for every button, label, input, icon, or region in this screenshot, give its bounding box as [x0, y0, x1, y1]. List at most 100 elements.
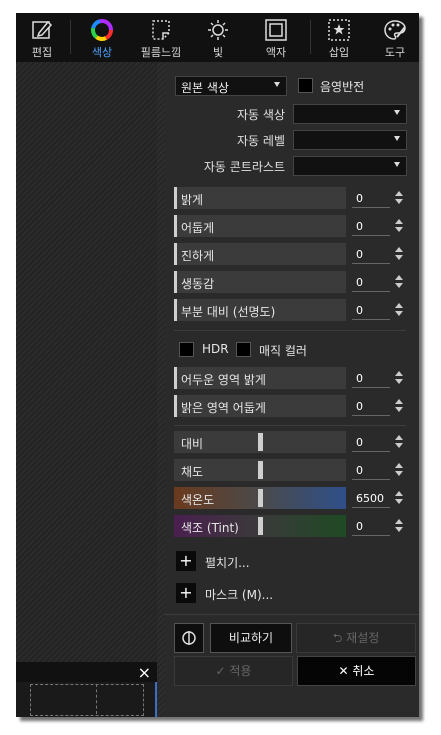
auto-level-select[interactable]: [293, 130, 407, 150]
tint-slider[interactable]: 색조 (Tint): [174, 515, 346, 537]
shadows-spinner[interactable]: [394, 370, 404, 386]
temperature-label: 색온도: [181, 493, 215, 507]
toolbar-separator: [70, 20, 71, 54]
check-icon: ✓: [215, 664, 230, 678]
saturation-slider-handle[interactable]: [258, 461, 263, 479]
local-contrast-spinner[interactable]: [394, 302, 404, 318]
temperature-spinner[interactable]: [394, 490, 404, 506]
highlights-label: 밝은 영역 어둡게: [181, 401, 266, 415]
auto-contrast-label: 자동 콘트라스트: [203, 160, 285, 174]
contrast-slider-handle[interactable]: [258, 433, 263, 451]
saturation-slider[interactable]: 채도: [174, 459, 346, 481]
color-wheel-icon: [91, 19, 113, 41]
saturation-spinner[interactable]: [394, 462, 404, 478]
highlights-value[interactable]: 0: [352, 397, 390, 416]
temperature-value[interactable]: 6500: [352, 489, 390, 508]
contrast-spinner[interactable]: [394, 434, 404, 450]
close-icon[interactable]: ×: [138, 663, 151, 682]
section-divider: [174, 425, 406, 426]
tint-value[interactable]: 0: [352, 517, 390, 536]
shadows-value-text: 0: [356, 372, 363, 385]
deepen-label: 진하게: [181, 249, 215, 263]
local-contrast-value[interactable]: 0: [352, 301, 390, 320]
contrast-label: 대비: [181, 437, 204, 451]
top-toolbar: 편집 색상 필름느낌 빛 액자 삽입 도구: [16, 13, 419, 62]
local-contrast-value-text: 0: [356, 304, 363, 317]
color-panel: 원본 색상 음영반전 자동 색상 자동 레벨 자동 콘트라스트 밝게 0 어둡게…: [157, 62, 419, 717]
local-contrast-label: 부분 대비 (선명도): [181, 305, 276, 319]
vibrance-value[interactable]: 0: [352, 273, 390, 292]
tool-film[interactable]: 필름느낌: [134, 13, 188, 62]
shadows-value[interactable]: 0: [352, 369, 390, 388]
brighten-value[interactable]: 0: [352, 189, 390, 208]
magic-color-checkbox[interactable]: [236, 342, 251, 357]
slider-marker: [174, 395, 177, 417]
deepen-value[interactable]: 0: [352, 245, 390, 264]
section-divider: [165, 614, 419, 615]
hdr-checkbox[interactable]: [179, 342, 194, 357]
highlights-spinner[interactable]: [394, 398, 404, 414]
vibrance-slider[interactable]: 생동감: [174, 271, 346, 293]
tool-film-label: 필름느낌: [140, 46, 182, 59]
local-contrast-slider[interactable]: 부분 대비 (선명도): [174, 299, 346, 321]
apply-label: 적용: [229, 664, 252, 678]
insert-icon: [328, 19, 350, 41]
compare-button[interactable]: 비교하기: [210, 623, 292, 653]
tool-insert[interactable]: 삽입: [317, 13, 361, 62]
darken-label: 어둡게: [181, 221, 215, 235]
darken-slider[interactable]: 어둡게: [174, 215, 346, 237]
compare-icon: [182, 631, 196, 645]
brighten-label: 밝게: [181, 193, 204, 207]
auto-color-label: 자동 색상: [237, 108, 285, 122]
vibrance-spinner[interactable]: [394, 274, 404, 290]
image-canvas[interactable]: [16, 62, 157, 662]
darken-spinner[interactable]: [394, 218, 404, 234]
slider-marker: [174, 215, 177, 237]
chevron-down-icon: [274, 82, 280, 87]
brighten-slider[interactable]: 밝게: [174, 187, 346, 209]
mask-button[interactable]: +: [176, 583, 196, 603]
tool-edit[interactable]: 편집: [20, 13, 64, 62]
tint-spinner[interactable]: [394, 518, 404, 534]
undo-icon: ⮌: [332, 631, 347, 645]
tint-slider-handle[interactable]: [258, 517, 263, 535]
temperature-value-text: 6500: [356, 492, 384, 505]
cancel-button[interactable]: ✕ 취소: [297, 656, 416, 686]
mask-label[interactable]: 마스크 (M)...: [205, 586, 273, 603]
apply-button[interactable]: ✓ 적용: [174, 656, 293, 686]
thumbnail[interactable]: [30, 684, 144, 716]
expand-label[interactable]: 펼치기...: [205, 554, 250, 571]
saturation-value[interactable]: 0: [352, 461, 390, 480]
filmstrip[interactable]: [16, 682, 157, 717]
expand-button[interactable]: +: [176, 551, 196, 571]
close-icon: ✕: [338, 664, 353, 678]
tool-color[interactable]: 색상: [80, 13, 124, 62]
vibrance-value-text: 0: [356, 276, 363, 289]
temperature-slider[interactable]: 색온도: [174, 487, 346, 509]
highlights-slider[interactable]: 밝은 영역 어둡게: [174, 395, 346, 417]
brighten-spinner[interactable]: [394, 190, 404, 206]
deepen-spinner[interactable]: [394, 246, 404, 262]
tool-tools[interactable]: 도구: [373, 13, 417, 62]
toolbar-separator: [310, 20, 311, 54]
auto-contrast-select[interactable]: [293, 156, 407, 176]
edit-icon: [32, 20, 53, 39]
auto-color-select[interactable]: [293, 104, 407, 124]
reset-button[interactable]: ⮌ 재설정: [296, 623, 416, 653]
slider-marker: [174, 187, 177, 209]
deepen-slider[interactable]: 진하게: [174, 243, 346, 265]
contrast-value[interactable]: 0: [352, 433, 390, 452]
temperature-slider-handle[interactable]: [258, 489, 263, 507]
compare-toggle-button[interactable]: [174, 623, 204, 653]
chevron-down-icon: [394, 136, 400, 141]
contrast-slider[interactable]: 대비: [174, 431, 346, 453]
negative-checkbox[interactable]: [298, 78, 313, 93]
tool-frame[interactable]: 액자: [254, 13, 298, 62]
palette-icon: [384, 20, 406, 40]
color-mode-select[interactable]: 원본 색상: [175, 76, 287, 96]
tool-light[interactable]: 빛: [196, 13, 240, 62]
darken-value[interactable]: 0: [352, 217, 390, 236]
tool-color-label: 색상: [91, 46, 113, 59]
chevron-down-icon: [394, 110, 400, 115]
shadows-slider[interactable]: 어두운 영역 밝게: [174, 367, 346, 389]
